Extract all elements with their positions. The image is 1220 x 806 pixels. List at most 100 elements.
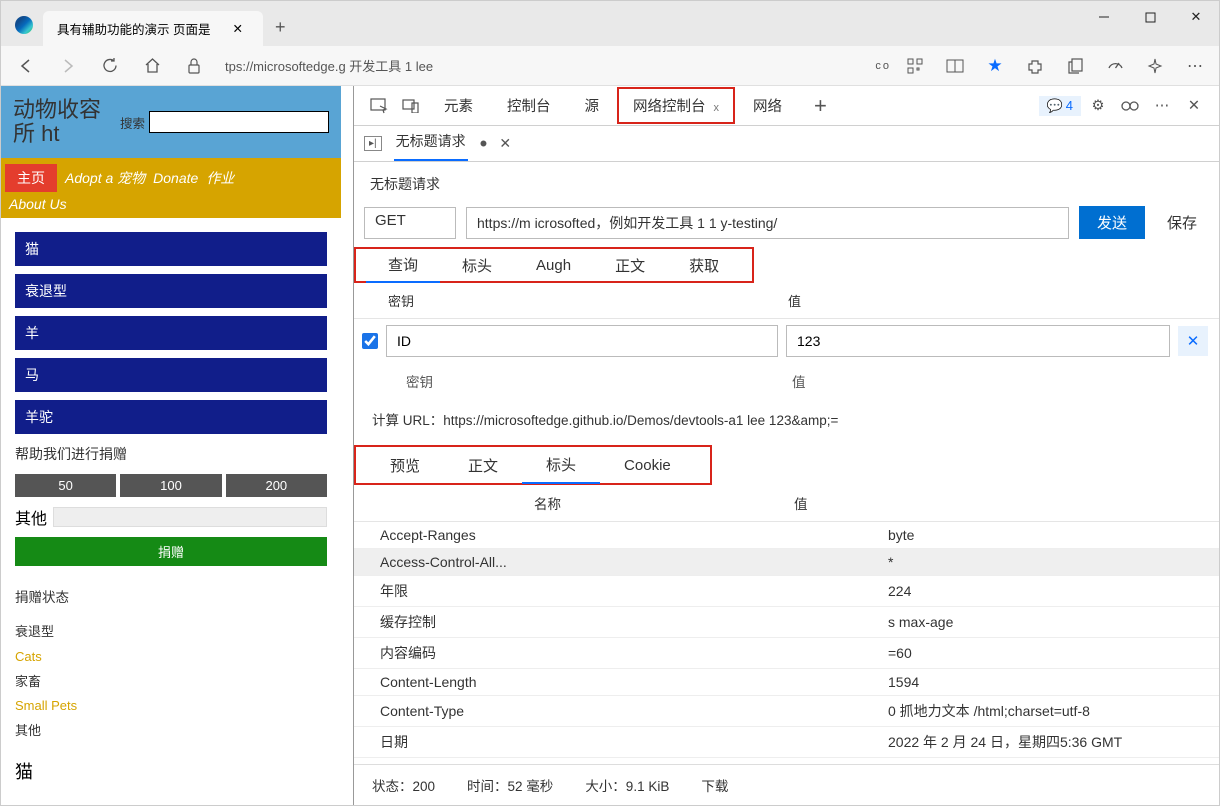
tab-close-icon[interactable]: ✕ bbox=[227, 19, 249, 38]
home-button[interactable] bbox=[135, 50, 169, 82]
request-subtabs: 查询 标头 Augh 正文 获取 bbox=[354, 247, 754, 283]
collections-icon[interactable] bbox=[1059, 50, 1091, 82]
request-tab-close[interactable]: ✕ bbox=[499, 135, 511, 152]
save-button[interactable]: 保存 bbox=[1155, 206, 1209, 239]
device-icon[interactable] bbox=[396, 99, 426, 113]
param-delete-icon[interactable]: ✕ bbox=[1178, 326, 1208, 356]
http-header-row[interactable]: 内容编码=60 bbox=[354, 638, 1219, 669]
nav-home[interactable]: 主页 bbox=[5, 164, 57, 192]
nav-about[interactable]: About Us bbox=[9, 196, 67, 212]
response-tabs: 预览 正文 标头 Cookie bbox=[354, 445, 712, 485]
url-text[interactable]: tps://microsoftedge.g 开发工具 1 lee bbox=[219, 56, 867, 75]
tab-console[interactable]: 控制台 bbox=[491, 87, 567, 124]
param-key-input[interactable] bbox=[386, 325, 778, 357]
nav-adopt[interactable]: Adopt a 宠物 bbox=[65, 168, 145, 188]
request-tab-bar: ▸| 无标题请求 • ✕ bbox=[354, 126, 1219, 162]
resptab-cookie[interactable]: Cookie bbox=[600, 450, 695, 481]
activity-icon[interactable] bbox=[1115, 99, 1145, 113]
add-tab-button[interactable]: + bbox=[800, 93, 841, 119]
category-button[interactable]: 羊驼 bbox=[15, 400, 327, 434]
param-value-placeholder: 值 bbox=[792, 371, 806, 391]
subtab-headers[interactable]: 标头 bbox=[440, 249, 514, 282]
param-value-input[interactable] bbox=[786, 325, 1170, 357]
maximize-button[interactable] bbox=[1127, 1, 1173, 33]
download-link[interactable]: 下载 bbox=[701, 775, 728, 795]
request-tab-name[interactable]: 无标题请求 bbox=[394, 127, 468, 161]
subtab-body[interactable]: 正文 bbox=[593, 249, 667, 282]
category-button[interactable]: 猫 bbox=[15, 232, 327, 266]
close-button[interactable]: ✕ bbox=[1173, 1, 1219, 33]
subtab-fetch[interactable]: 获取 bbox=[667, 249, 741, 282]
donate-header: 帮助我们进行捐赠 bbox=[15, 444, 327, 464]
http-header-row[interactable]: Content-Type0 抓地力文本 /html;charset=utf-8 bbox=[354, 696, 1219, 727]
params-header: 密钥 值 bbox=[354, 283, 1219, 319]
status-size: 大小：9.1 KiB bbox=[585, 775, 669, 795]
edge-logo-icon bbox=[15, 16, 33, 34]
menu-icon[interactable]: ⋯ bbox=[1179, 50, 1211, 82]
category-button[interactable]: 羊 bbox=[15, 316, 327, 350]
category-button[interactable]: 衰退型 bbox=[15, 274, 327, 308]
request-url-input[interactable] bbox=[466, 207, 1069, 239]
demo-page: 动物收容所 ht 搜索 主页 Adopt a 宠物 Donate 作业 Abou… bbox=[1, 86, 341, 805]
back-button[interactable] bbox=[9, 50, 43, 82]
resptab-headers[interactable]: 标头 bbox=[522, 447, 600, 484]
tab-network[interactable]: 网络 bbox=[737, 87, 798, 124]
page-header: 动物收容所 ht 搜索 bbox=[1, 86, 341, 158]
send-button[interactable]: 发送 bbox=[1079, 206, 1145, 239]
devtools-panel: 元素 控制台 源 网络控制台 x 网络 + 💬 4 ⚙ ⋯ ✕ ▸| 无标题请求… bbox=[353, 86, 1219, 805]
new-tab-button[interactable]: + bbox=[263, 9, 298, 46]
param-placeholder-row[interactable]: 密钥 值 bbox=[354, 363, 1219, 399]
request-title: 无标题请求 bbox=[354, 162, 1219, 206]
other-amount-input[interactable] bbox=[53, 507, 327, 527]
refresh-button[interactable] bbox=[93, 50, 127, 82]
status-time: 时间：52 毫秒 bbox=[467, 775, 553, 795]
messages-badge[interactable]: 💬 4 bbox=[1039, 96, 1081, 116]
devtools-close-icon[interactable]: ✕ bbox=[1179, 98, 1209, 114]
http-header-row[interactable]: Accept-Rangesbyte bbox=[354, 522, 1219, 549]
resptab-preview[interactable]: 预览 bbox=[366, 448, 444, 483]
http-header-row[interactable]: Access-Control-All...* bbox=[354, 549, 1219, 576]
nav-jobs[interactable]: 作业 bbox=[206, 168, 234, 188]
settings-icon[interactable]: ⚙ bbox=[1083, 98, 1113, 114]
subtab-query[interactable]: 查询 bbox=[366, 248, 440, 283]
browser-tab[interactable]: 具有辅助功能的演示 页面是 ✕ bbox=[43, 11, 263, 46]
tab-sources[interactable]: 源 bbox=[569, 87, 616, 124]
resptab-body[interactable]: 正文 bbox=[444, 448, 522, 483]
amount-button[interactable]: 100 bbox=[120, 474, 221, 497]
status-item: Cats bbox=[15, 645, 327, 670]
amount-button[interactable]: 50 bbox=[15, 474, 116, 497]
performance-icon[interactable] bbox=[1099, 50, 1131, 82]
http-header-row[interactable]: 缓存控制s max-age bbox=[354, 607, 1219, 638]
status-header: 捐赠状态 bbox=[15, 586, 327, 606]
search-input[interactable] bbox=[149, 111, 329, 133]
lock-icon[interactable] bbox=[177, 50, 211, 82]
param-value-header: 值 bbox=[788, 291, 801, 310]
nav-donate[interactable]: Donate bbox=[153, 170, 198, 186]
status-code: 状态：200 bbox=[372, 775, 435, 795]
reader-icon[interactable] bbox=[939, 50, 971, 82]
subtab-auth[interactable]: Augh bbox=[514, 251, 593, 280]
inspect-icon[interactable] bbox=[364, 98, 394, 114]
sparkle-icon[interactable] bbox=[1139, 50, 1171, 82]
amount-button[interactable]: 200 bbox=[226, 474, 327, 497]
category-button[interactable]: 马 bbox=[15, 358, 327, 392]
tab-network-console[interactable]: 网络控制台 x bbox=[617, 87, 735, 124]
tab-elements[interactable]: 元素 bbox=[428, 87, 489, 124]
extensions-icon[interactable] bbox=[1019, 50, 1051, 82]
panel-toggle-icon[interactable]: ▸| bbox=[364, 136, 382, 151]
minimize-button[interactable] bbox=[1081, 1, 1127, 33]
http-header-row[interactable]: 日期2022 年 2 月 24 日，星期四5:36 GMT bbox=[354, 727, 1219, 758]
param-enabled-checkbox[interactable] bbox=[362, 333, 378, 349]
qr-icon[interactable] bbox=[899, 50, 931, 82]
tab-title: 具有辅助功能的演示 页面是 bbox=[57, 19, 210, 38]
other-label: 其他 bbox=[15, 505, 47, 529]
response-headers-header: 名称 值 bbox=[354, 485, 1219, 522]
donate-button[interactable]: 捐赠 bbox=[15, 537, 327, 566]
more-icon[interactable]: ⋯ bbox=[1147, 98, 1177, 114]
favorite-star-icon[interactable]: ★ bbox=[979, 50, 1011, 82]
http-header-row[interactable]: Content-Length1594 bbox=[354, 669, 1219, 696]
http-method-select[interactable]: GET bbox=[364, 207, 456, 239]
window-titlebar: 具有辅助功能的演示 页面是 ✕ + ✕ bbox=[1, 1, 1219, 46]
http-header-row[interactable]: 年限224 bbox=[354, 576, 1219, 607]
status-bar: 状态：200 时间：52 毫秒 大小：9.1 KiB 下载 bbox=[354, 764, 1219, 805]
